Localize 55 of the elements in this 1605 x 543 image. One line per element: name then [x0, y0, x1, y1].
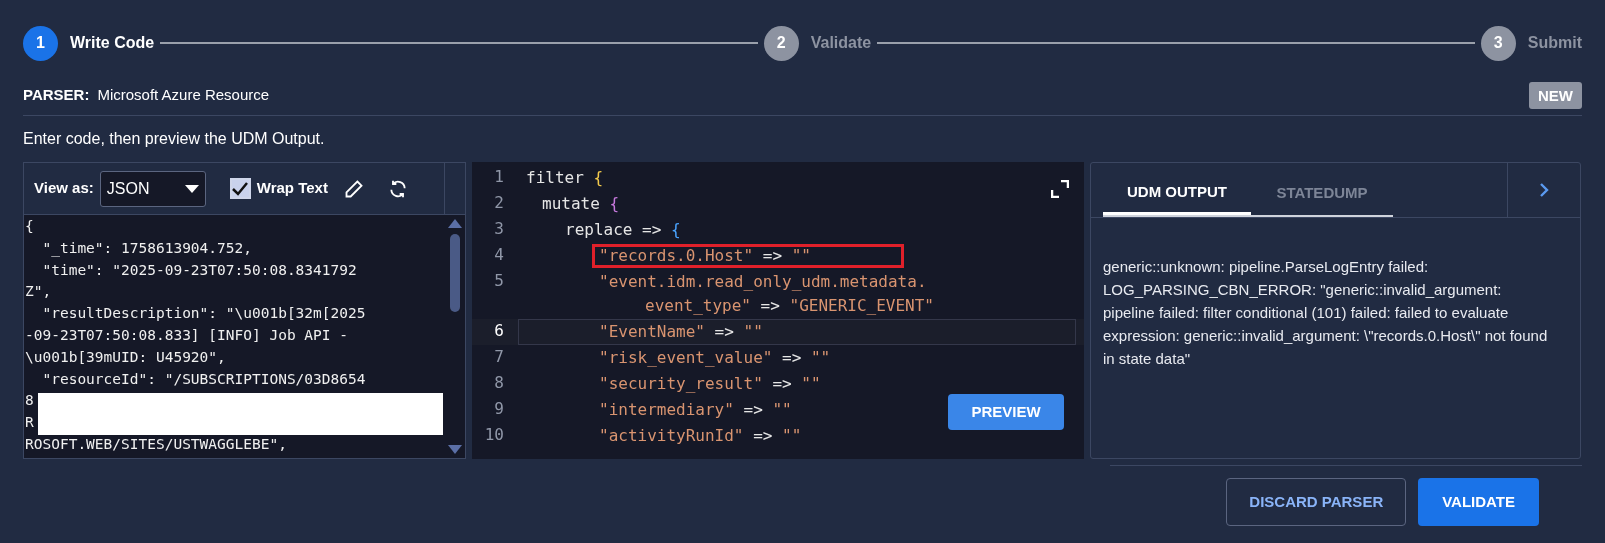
code-line: mutate {	[541, 193, 621, 215]
log-line: -09-23T07:50:08.833] [INFO] Job API -	[25, 326, 348, 345]
code-line: "event.idm.read_only_udm.metadata.	[598, 271, 928, 293]
error-message: generic::unknown: pipeline.ParseLogEntry failed: LOG_PARSING_CBN_ERROR: "generic::invalid_argument: pipeline failed: filter conditional (101) failed: failed to evaluate expression: generic::invalid_argument: \"records.0.Host\" not found in state data"	[1102, 257, 1549, 369]
step-item: 1 Write Code	[23, 25, 155, 61]
code-line: "activityRunId" => ""	[598, 425, 803, 447]
log-line: \u001b[39mUID: U45920",	[25, 347, 226, 367]
line-number: 2	[493, 192, 505, 214]
log-line: "resourceId": "/SUBSCRIPTIONS/03D8654	[41, 369, 366, 389]
log-line: "time": "2025-09-23T07:50:08.8341792	[41, 260, 357, 280]
line-number: 1	[493, 166, 505, 188]
code-line: "security_result" => ""	[598, 373, 822, 395]
log-line: {	[25, 217, 34, 236]
log-line: "_time": 1758613904.752,	[41, 238, 252, 259]
wrap-text-label: Wrap Text	[256, 178, 328, 199]
log-line: "resultDescription": "\u001b[32m[2025	[41, 304, 366, 324]
output-tab[interactable]: STATEDUMP	[1251, 172, 1393, 215]
preview-button[interactable]: PREVIEW	[948, 394, 1064, 430]
output-tab[interactable]: UDM OUTPUT	[1103, 172, 1251, 215]
line-number: 4	[493, 244, 505, 266]
chevron-right-icon	[1539, 182, 1549, 198]
line-number: 6	[493, 320, 505, 342]
line-number: 7	[493, 346, 505, 368]
scroll-down-icon[interactable]	[447, 445, 462, 454]
log-line: ROSOFT.WEB/SITES/USTWAGGLEBE",	[25, 434, 287, 454]
log-line: 8	[25, 391, 34, 411]
scrollbar-thumb[interactable]	[449, 234, 460, 312]
line-number: 5	[493, 270, 505, 292]
log-line: Z",	[25, 282, 52, 302]
expand-icon[interactable]	[1051, 180, 1069, 198]
discard-button[interactable]: DISCARD PARSER	[1226, 478, 1407, 526]
wrap-text-checkbox[interactable]	[229, 178, 251, 199]
code-line: filter {	[525, 167, 605, 189]
code-line: replace => {	[564, 219, 682, 241]
scroll-up-icon[interactable]	[447, 219, 462, 228]
log-line: R	[25, 413, 34, 433]
pencil-icon[interactable]	[343, 178, 364, 199]
format-dropdown[interactable]: JSON	[99, 170, 206, 207]
code-line: event_type" => "GENERIC_EVENT"	[645, 295, 934, 317]
line-number: 8	[493, 372, 505, 394]
code-line: "EventName" => ""	[598, 321, 764, 343]
caret-icon	[184, 184, 199, 193]
validate-button[interactable]: VALIDATE	[1418, 478, 1539, 526]
line-number: 3	[493, 218, 505, 240]
parser-name: Microsoft Azure Resource	[97, 84, 270, 105]
code-line: "intermediary" => ""	[598, 399, 793, 421]
instruction-text: Enter code, then preview the UDM Output.	[23, 130, 326, 148]
line-number: 10	[483, 424, 505, 446]
view-as-label: View as:	[34, 178, 94, 199]
new-tag: NEW	[1529, 81, 1582, 109]
code-line: "risk_event_value" => ""	[598, 347, 832, 369]
line-number: 9	[493, 398, 505, 420]
step-item: 3 Submit	[1480, 25, 1582, 61]
parser-label: PARSER:	[23, 84, 90, 105]
step-item: 2 Validate	[763, 25, 872, 61]
